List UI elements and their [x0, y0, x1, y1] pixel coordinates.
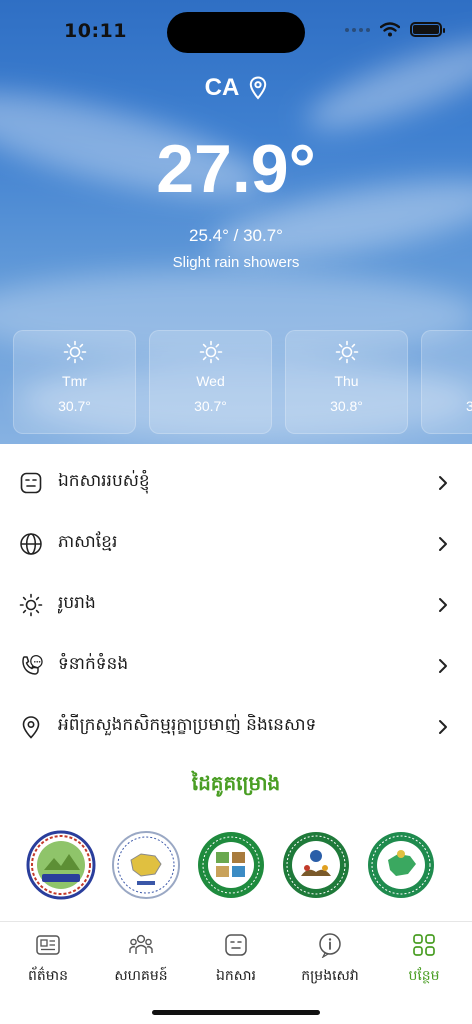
- wifi-icon: [380, 22, 400, 37]
- sun-outline-icon: [19, 593, 43, 616]
- temperature-range: 25.4° / 30.7°: [189, 226, 283, 245]
- menu-item-appearance[interactable]: រូបរាង: [0, 574, 472, 635]
- document-icon: [225, 934, 247, 956]
- news-icon: [36, 935, 60, 955]
- menu-item-language[interactable]: ភាសាខ្មែរ: [0, 513, 472, 574]
- menu-item-contact[interactable]: ទំនាក់ទំនង: [0, 635, 472, 696]
- phone-chat-icon: [22, 654, 43, 675]
- partner-logo-1[interactable]: [26, 830, 96, 900]
- chevron-right-icon: [439, 536, 447, 551]
- menu-item-about-ministry[interactable]: អំពីក្រសួងកសិកម្មរុក្ខាប្រមាញ់ និងនេសាទ: [0, 696, 472, 757]
- chevron-right-icon: [439, 475, 447, 490]
- community-icon: [129, 934, 153, 954]
- tab-label: បន្ថែម: [408, 968, 440, 984]
- menu-item-label: ទំនាក់ទំនង: [58, 654, 129, 674]
- globe-icon: [20, 532, 42, 555]
- grid-icon: [413, 934, 435, 956]
- partner-logos: [26, 830, 436, 900]
- partner-logo-2[interactable]: [111, 830, 181, 900]
- chevron-right-icon: [439, 719, 447, 734]
- document-face-icon: [20, 472, 42, 493]
- menu-item-label: ឯកសាររបស់ខ្ញុំ: [58, 471, 150, 491]
- forecast-day: Wed: [196, 373, 225, 389]
- forecast-card-partial: 3: [421, 330, 472, 434]
- tab-bar: ព័ត៌មាន សហគមន៍ ឯកសារ កម្រងសេវា បន្ថែម: [0, 921, 472, 1024]
- tab-services[interactable]: កម្រងសេវា: [283, 932, 377, 987]
- sun-icon: [63, 340, 86, 364]
- chevron-right-icon: [439, 597, 447, 612]
- menu-item-label: ភាសាខ្មែរ: [58, 532, 118, 552]
- sun-icon: [335, 340, 358, 364]
- info-icon: [319, 933, 341, 958]
- tab-label: ឯកសារ: [216, 968, 256, 984]
- forecast-temp: 30.7°: [58, 398, 91, 414]
- home-indicator[interactable]: [152, 1010, 320, 1015]
- forecast-strip[interactable]: Tmr 30.7° Wed 30.7° Thu 30.8° 3: [13, 330, 472, 434]
- forecast-temp: 3: [466, 398, 472, 414]
- tab-more[interactable]: បន្ថែម: [377, 932, 471, 987]
- forecast-card: Thu 30.8°: [285, 330, 408, 434]
- tab-community[interactable]: សហគមន៍: [94, 932, 188, 987]
- menu-item-label: រូបរាង: [58, 593, 96, 613]
- weather-condition: Slight rain showers: [172, 254, 300, 271]
- location-pin-icon[interactable]: [249, 76, 267, 100]
- status-indicators: [345, 22, 445, 37]
- menu-item-my-documents[interactable]: ឯកសាររបស់ខ្ញុំ: [0, 452, 472, 513]
- tab-news[interactable]: ព័ត៌មាន: [1, 932, 95, 987]
- tab-label: កម្រងសេវា: [301, 968, 359, 984]
- partners-title: ដៃគូគម្រោង: [191, 771, 281, 795]
- menu-item-label: អំពីក្រសួងកសិកម្មរុក្ខាប្រមាញ់ និងនេសាទ: [58, 715, 317, 735]
- status-time: 10:11: [64, 20, 127, 42]
- forecast-day: Tmr: [62, 373, 87, 389]
- partner-logo-5[interactable]: [366, 830, 436, 900]
- forecast-temp: 30.7°: [194, 398, 227, 414]
- partner-logo-3[interactable]: [196, 830, 266, 900]
- location-name: CA: [204, 74, 240, 101]
- tab-label: សហគមន៍: [114, 968, 168, 984]
- forecast-card: Wed 30.7°: [149, 330, 272, 434]
- partner-logo-4[interactable]: [281, 830, 351, 900]
- dynamic-island: [167, 12, 305, 53]
- tab-label: ព័ត៌មាន: [28, 968, 68, 984]
- location-header[interactable]: CA: [0, 74, 472, 102]
- chevron-right-icon: [439, 658, 447, 673]
- forecast-card: Tmr 30.7°: [13, 330, 136, 434]
- settings-menu: ឯកសាររបស់ខ្ញុំ ភាសាខ្មែរ រូបរាង ទំនាក់ទំ…: [0, 452, 472, 757]
- battery-icon: [410, 22, 445, 37]
- tab-documents[interactable]: ឯកសារ: [189, 932, 283, 987]
- forecast-day: Thu: [334, 373, 359, 389]
- sun-icon: [199, 340, 222, 364]
- forecast-temp: 30.8°: [330, 398, 363, 414]
- current-temperature: 27.9°: [156, 131, 316, 207]
- location-pin-icon: [22, 715, 40, 739]
- weather-header: 10:11 CA 27.9° 25.4° / 30.7° Slight rain…: [0, 0, 472, 444]
- cellular-signal-icon: [345, 27, 370, 32]
